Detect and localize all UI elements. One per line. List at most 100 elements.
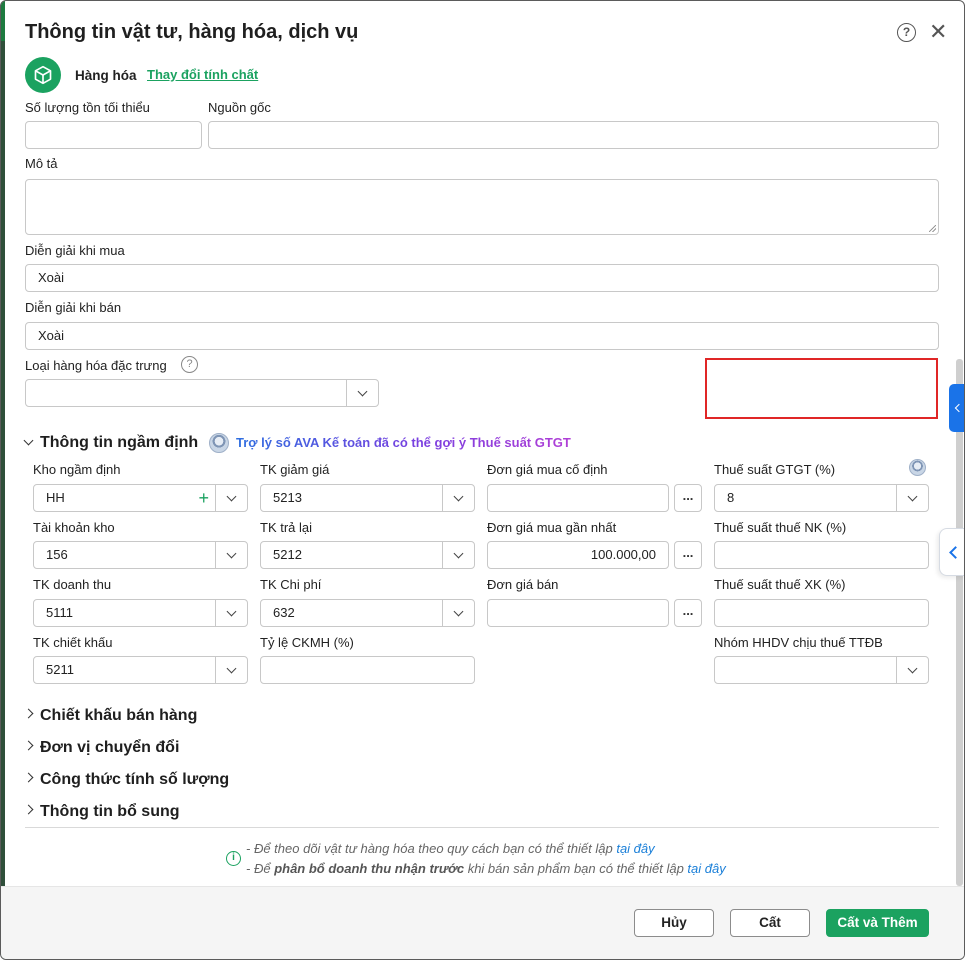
origin-input[interactable] bbox=[208, 121, 939, 149]
chevron-down-icon[interactable] bbox=[896, 485, 928, 511]
revenue-allocation-link[interactable]: tại đây bbox=[687, 861, 725, 876]
fixed-purchase-price-input[interactable] bbox=[487, 484, 669, 512]
discount-account-label: TK giảm giá bbox=[260, 462, 330, 477]
chevron-right-icon bbox=[23, 740, 34, 751]
sale-price-label: Đơn giá bán bbox=[487, 577, 559, 592]
default-warehouse-select[interactable]: HH + bbox=[33, 484, 248, 512]
special-tax-group-label: Nhóm HHDV chịu thuế TTĐB bbox=[714, 635, 883, 650]
import-tax-label: Thuế suất thuế NK (%) bbox=[714, 520, 847, 535]
chevron-down-icon[interactable] bbox=[442, 600, 474, 626]
expense-account-value: 632 bbox=[273, 605, 295, 620]
export-tax-input[interactable] bbox=[714, 599, 929, 627]
chevron-down-icon[interactable] bbox=[442, 485, 474, 511]
chevron-right-icon bbox=[23, 804, 34, 815]
trade-discount-account-value: 5211 bbox=[46, 662, 74, 677]
section-additional-info[interactable]: Thông tin bổ sung bbox=[23, 803, 180, 821]
chevron-down-icon[interactable] bbox=[442, 542, 474, 568]
promo-rate-input[interactable] bbox=[260, 656, 475, 684]
ai-suggest-icon[interactable] bbox=[909, 459, 926, 476]
revenue-account-value: 5111 bbox=[46, 605, 73, 620]
vat-rate-value: 8 bbox=[727, 490, 735, 505]
side-panel-toggle[interactable] bbox=[949, 384, 964, 432]
note-text: - Để bbox=[246, 861, 271, 876]
dialog-footer bbox=[1, 886, 964, 959]
plus-icon[interactable]: + bbox=[198, 485, 209, 511]
note-bold-text: phân bổ doanh thu nhận trước bbox=[274, 861, 465, 876]
special-type-select[interactable] bbox=[25, 379, 379, 407]
revenue-account-select[interactable]: 5111 bbox=[33, 599, 248, 627]
section-title: Thông tin bổ sung bbox=[40, 803, 180, 820]
sale-desc-label: Diễn giải khi bán bbox=[25, 300, 122, 315]
chevron-down-icon[interactable] bbox=[896, 657, 928, 683]
trade-discount-account-label: TK chiết khấu bbox=[33, 635, 113, 650]
latest-purchase-price-input[interactable]: 100.000,00 bbox=[487, 541, 669, 569]
special-type-label: Loại hàng hóa đặc trưng bbox=[25, 358, 167, 373]
ai-hint-text[interactable]: Trợ lý số AVA Kế toán đã có thể gợi ý Th… bbox=[236, 435, 571, 450]
info-icon: i bbox=[226, 851, 241, 866]
section-title: Thông tin ngầm định bbox=[40, 434, 199, 451]
return-account-select[interactable]: 5212 bbox=[260, 541, 475, 569]
discount-account-value: 5213 bbox=[273, 490, 302, 505]
discount-account-select[interactable]: 5213 bbox=[260, 484, 475, 512]
chevron-down-icon[interactable] bbox=[346, 380, 378, 406]
more-options-button[interactable]: ... bbox=[674, 541, 702, 569]
purchase-desc-input[interactable]: Xoài bbox=[25, 264, 939, 292]
note-line-2: - Để phân bổ doanh thu nhận trước khi bá… bbox=[246, 861, 726, 876]
section-quantity-formula[interactable]: Công thức tính số lượng bbox=[23, 771, 230, 789]
min-stock-label: Số lượng tồn tối thiểu bbox=[25, 100, 150, 115]
section-default-info[interactable]: Thông tin ngầm định bbox=[23, 434, 199, 452]
cancel-button[interactable]: Hủy bbox=[634, 909, 714, 937]
return-account-value: 5212 bbox=[273, 547, 302, 562]
more-options-button[interactable]: ... bbox=[674, 599, 702, 627]
trade-discount-account-select[interactable]: 5211 bbox=[33, 656, 248, 684]
min-stock-input[interactable] bbox=[25, 121, 202, 149]
chevron-right-icon bbox=[23, 772, 34, 783]
help-icon[interactable]: ? bbox=[897, 23, 916, 42]
scrollbar[interactable] bbox=[956, 359, 963, 886]
close-icon[interactable]: ✕ bbox=[929, 21, 947, 43]
expense-account-label: TK Chi phí bbox=[260, 577, 322, 592]
save-and-add-button[interactable]: Cất và Thêm bbox=[826, 909, 929, 937]
chevron-right-icon bbox=[23, 708, 34, 719]
section-unit-conversion[interactable]: Đơn vị chuyển đổi bbox=[23, 739, 180, 757]
default-warehouse-label: Kho ngầm định bbox=[33, 462, 121, 477]
dialog-window: Thông tin vật tư, hàng hóa, dịch vụ ? ✕ … bbox=[0, 0, 965, 960]
sale-price-input[interactable] bbox=[487, 599, 669, 627]
chevron-left-icon bbox=[954, 403, 964, 413]
save-button[interactable]: Cất bbox=[730, 909, 810, 937]
note-line-1: - Để theo dõi vật tư hàng hóa theo quy c… bbox=[246, 841, 655, 856]
question-icon[interactable]: ? bbox=[181, 356, 198, 373]
dialog-title: Thông tin vật tư, hàng hóa, dịch vụ bbox=[25, 21, 359, 43]
stock-account-select[interactable]: 156 bbox=[33, 541, 248, 569]
chevron-down-icon bbox=[23, 435, 34, 446]
default-warehouse-value: HH bbox=[46, 490, 65, 505]
revenue-account-label: TK doanh thu bbox=[33, 577, 112, 592]
chevron-down-icon[interactable] bbox=[215, 600, 247, 626]
chevron-down-icon[interactable] bbox=[215, 485, 247, 511]
vat-rate-label: Thuế suất GTGT (%) bbox=[714, 462, 836, 477]
note-text: - Để theo dõi vật tư hàng hóa theo quy c… bbox=[246, 841, 613, 856]
chevron-down-icon[interactable] bbox=[215, 542, 247, 568]
note-text: khi bán sản phẩm bạn có thể thiết lập bbox=[467, 861, 684, 876]
origin-label: Nguồn gốc bbox=[208, 100, 271, 115]
ai-panel-toggle[interactable] bbox=[939, 528, 964, 576]
divider bbox=[25, 827, 939, 828]
section-title: Chiết khấu bán hàng bbox=[40, 707, 198, 724]
section-sales-discount[interactable]: Chiết khấu bán hàng bbox=[23, 707, 198, 725]
section-title: Công thức tính số lượng bbox=[40, 771, 230, 788]
item-type-name: Hàng hóa bbox=[75, 68, 137, 83]
more-options-button[interactable]: ... bbox=[674, 484, 702, 512]
vat-rate-select[interactable]: 8 bbox=[714, 484, 929, 512]
return-account-label: TK trả lại bbox=[260, 520, 313, 535]
sale-desc-input[interactable]: Xoài bbox=[25, 322, 939, 350]
section-title: Đơn vị chuyển đổi bbox=[40, 739, 180, 756]
spec-setup-link[interactable]: tại đây bbox=[616, 841, 654, 856]
form-scroll-area[interactable]: Số lượng tồn tối thiểu Nguồn gốc Mô tả D… bbox=[1, 98, 949, 886]
description-label: Mô tả bbox=[25, 156, 58, 171]
change-type-link[interactable]: Thay đổi tính chất bbox=[147, 67, 258, 82]
expense-account-select[interactable]: 632 bbox=[260, 599, 475, 627]
special-tax-group-select[interactable] bbox=[714, 656, 929, 684]
chevron-down-icon[interactable] bbox=[215, 657, 247, 683]
import-tax-input[interactable] bbox=[714, 541, 929, 569]
description-textarea[interactable] bbox=[25, 179, 939, 235]
